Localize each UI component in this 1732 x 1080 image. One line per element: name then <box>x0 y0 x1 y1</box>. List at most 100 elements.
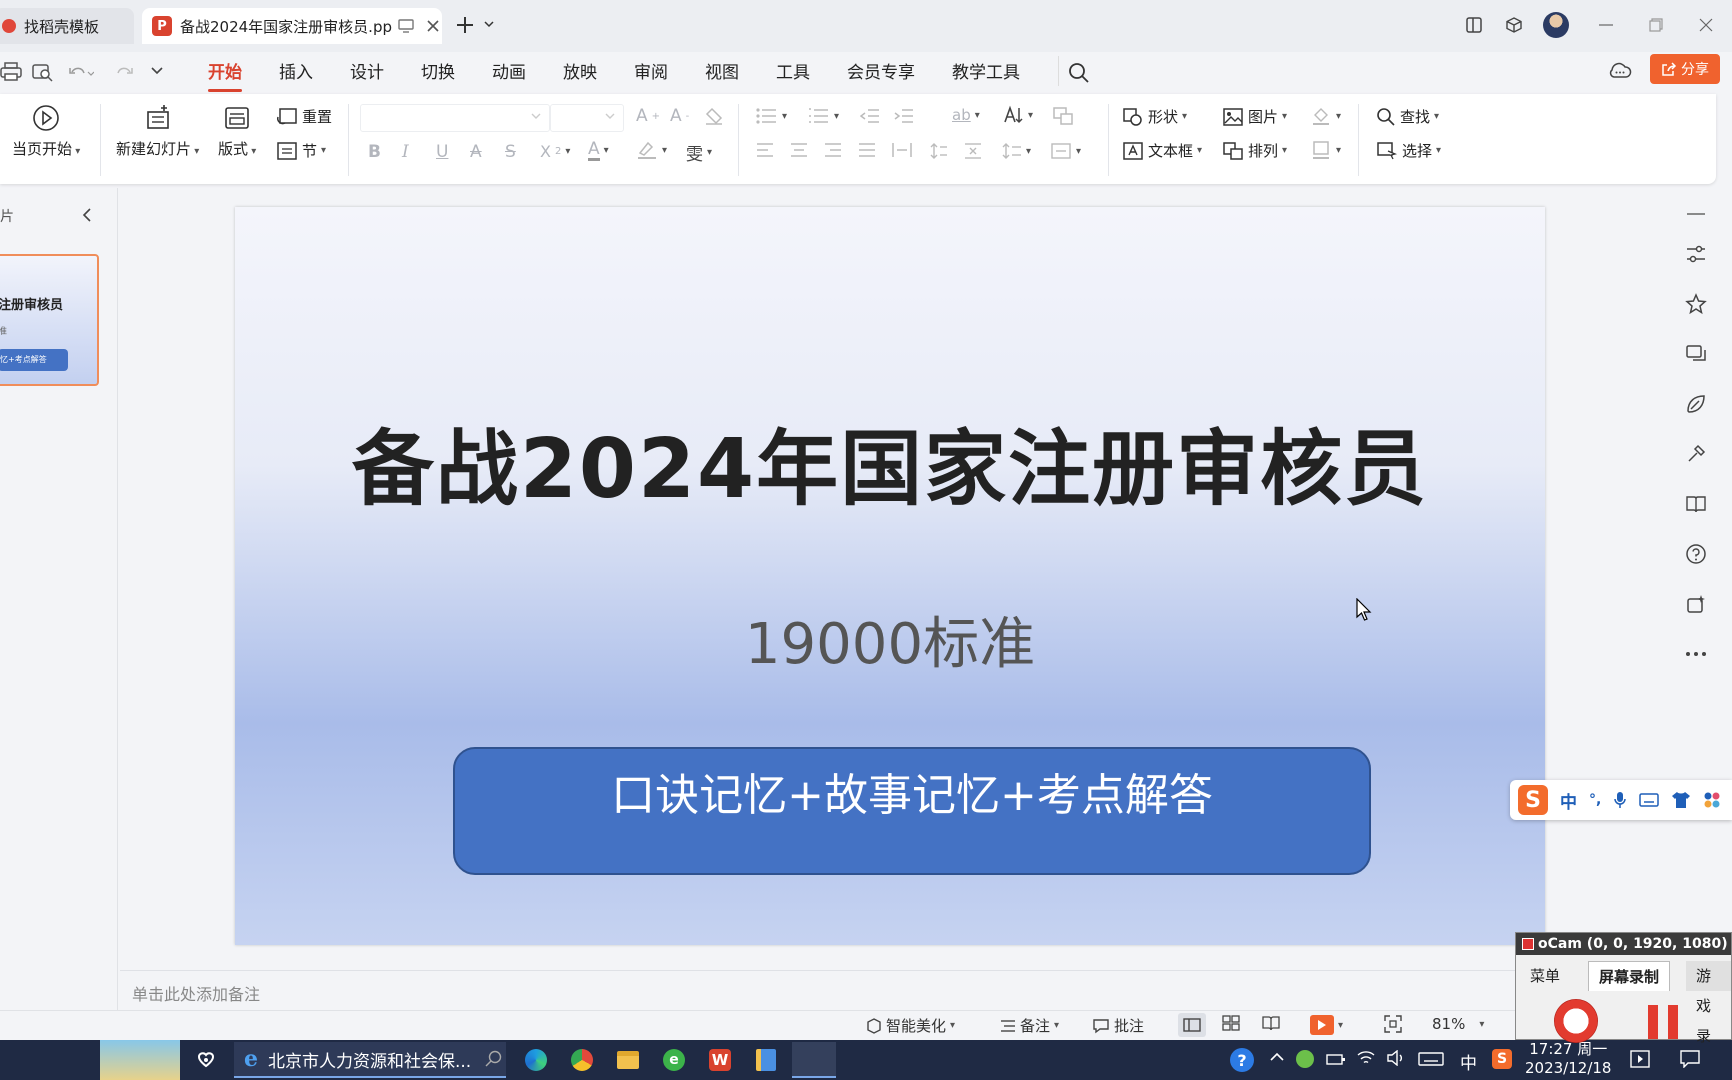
menu-insert[interactable]: 插入 <box>279 58 313 88</box>
system-clock[interactable]: 17:27 周一 2023/12/18 <box>1525 1040 1611 1078</box>
skin-icon[interactable] <box>1671 791 1691 809</box>
menu-slideshow[interactable]: 放映 <box>563 58 597 88</box>
print-preview-icon[interactable] <box>32 62 54 82</box>
clear-format-icon[interactable] <box>704 106 724 126</box>
wps-icon[interactable]: W <box>702 1044 738 1076</box>
search-icon[interactable] <box>1068 62 1090 84</box>
notes-toggle-button[interactable]: 备注 ▾ <box>1000 1015 1059 1036</box>
play-from-current-button[interactable]: 当页开始 ▾ <box>12 104 80 159</box>
convert-icon[interactable] <box>1052 106 1074 126</box>
align-center-icon[interactable] <box>790 142 808 158</box>
numbered-list-icon[interactable]: ▾ <box>808 108 839 124</box>
volume-icon[interactable] <box>1386 1050 1406 1066</box>
zoom-level[interactable]: 81% ▾ <box>1432 1015 1484 1033</box>
cube-icon[interactable] <box>1498 10 1530 40</box>
textbox-button[interactable]: 文本框 ▾ <box>1122 140 1202 161</box>
ocam-tab-screen-record[interactable]: 屏幕录制 <box>1588 961 1671 991</box>
magic-icon[interactable] <box>1680 588 1712 620</box>
tray-expand-icon[interactable] <box>1270 1052 1284 1062</box>
beautify-button[interactable]: 智能美化 ▾ <box>866 1015 955 1036</box>
find-button[interactable]: 查找 ▾ <box>1376 106 1439 127</box>
fill-color-icon[interactable]: ▾ <box>1310 106 1341 126</box>
fit-window-icon[interactable] <box>1384 1015 1402 1033</box>
strikethrough-icon[interactable]: A <box>470 142 482 162</box>
text-direction-icon[interactable]: ab ▾ <box>952 106 980 124</box>
menu-review[interactable]: 审阅 <box>634 58 668 88</box>
menu-view[interactable]: 视图 <box>705 58 739 88</box>
menu-tools[interactable]: 工具 <box>776 58 810 88</box>
menu-teaching-tools[interactable]: 教学工具 <box>952 58 1020 88</box>
notification-icon[interactable] <box>1680 1050 1700 1068</box>
slide-thumbnail-1[interactable]: 注册审核员 准 忆+考点解答 <box>0 254 99 386</box>
decrease-indent-icon[interactable] <box>860 108 880 124</box>
book-icon[interactable] <box>1680 488 1712 520</box>
increase-indent-icon[interactable] <box>894 108 914 124</box>
shadow-text-icon[interactable]: S <box>505 142 516 162</box>
active-app-slot[interactable] <box>792 1042 836 1078</box>
close-window-icon[interactable] <box>1690 10 1722 40</box>
record-stop-icon[interactable] <box>1554 999 1598 1043</box>
menu-design[interactable]: 设计 <box>350 58 384 88</box>
column-spacing-icon[interactable]: ▾ <box>1002 142 1031 160</box>
edge-icon[interactable] <box>518 1044 554 1076</box>
touch-keyboard-icon[interactable] <box>1418 1052 1444 1066</box>
play-slideshow-button[interactable]: ▾ <box>1310 1015 1343 1035</box>
bullet-list-icon[interactable]: ▾ <box>756 108 787 124</box>
text-align-box-icon[interactable]: ▾ <box>1050 142 1081 160</box>
notes-app-icon[interactable] <box>748 1044 784 1076</box>
superscript-icon[interactable]: X 2 ▾ <box>540 142 570 161</box>
apps-grid-icon[interactable] <box>1703 791 1721 809</box>
line-spacing-icon[interactable] <box>930 142 948 160</box>
arrange-button[interactable]: 排列 ▾ <box>1222 140 1287 161</box>
taskbar-browser-window[interactable]: e 北京市人力资源和社会保... <box>234 1042 506 1078</box>
select-button[interactable]: 选择 ▾ <box>1376 140 1441 161</box>
ime-punct-label[interactable]: °, <box>1589 792 1601 808</box>
tools-icon[interactable] <box>1680 438 1712 470</box>
minimize-icon[interactable] <box>1590 10 1622 40</box>
layout-button[interactable]: 版式 ▾ <box>218 104 256 159</box>
360-browser-icon[interactable]: e <box>656 1044 692 1076</box>
star-icon[interactable] <box>1680 288 1712 320</box>
redo-icon[interactable] <box>116 64 136 82</box>
tab-document[interactable]: P 备战2024年国家注册审核员.pptx <box>142 8 442 44</box>
help-tray-icon[interactable]: ? <box>1230 1048 1254 1072</box>
undo-icon[interactable] <box>68 64 94 82</box>
quick-access-chevron-icon[interactable] <box>150 66 164 76</box>
slide-sorter-icon[interactable] <box>1222 1015 1240 1031</box>
share-button[interactable]: 分享 <box>1650 54 1720 84</box>
increase-font-icon[interactable]: A + <box>636 106 660 126</box>
slide[interactable]: 备战2024年国家注册审核员 19000标准 口诀记忆+故事记忆+考点解答 <box>235 207 1545 945</box>
battery-icon[interactable] <box>1326 1052 1346 1066</box>
decrease-font-icon[interactable]: A- <box>670 106 689 126</box>
font-family-select[interactable] <box>360 104 550 132</box>
text-sort-icon[interactable]: ▾ <box>1002 104 1033 126</box>
italic-icon[interactable]: I <box>402 142 409 162</box>
print-icon[interactable] <box>0 62 22 82</box>
collapse-panel-icon[interactable] <box>82 208 92 222</box>
menu-home[interactable]: 开始 <box>208 58 242 92</box>
bold-icon[interactable]: B <box>368 142 381 162</box>
restore-icon[interactable] <box>1640 10 1672 40</box>
normal-view-icon[interactable] <box>1178 1013 1206 1037</box>
slide-subtitle[interactable]: 19000标准 <box>235 599 1545 680</box>
help-icon[interactable] <box>1680 538 1712 570</box>
chrome-icon[interactable] <box>564 1044 600 1076</box>
cloud-icon[interactable] <box>1608 62 1632 80</box>
ocam-recorder-window[interactable]: oCam (0, 0, 1920, 1080) 菜单 屏幕录制 游戏录 <box>1515 932 1732 1045</box>
slide-title[interactable]: 备战2024年国家注册审核员 <box>235 402 1545 521</box>
notes-pane[interactable]: 单击此处添加备注 <box>120 970 1660 1010</box>
layout-icon[interactable] <box>1458 10 1490 40</box>
phonetic-guide-icon[interactable]: 雯 ▾ <box>686 140 712 165</box>
wifi-icon[interactable] <box>1356 1050 1376 1066</box>
menu-animations[interactable]: 动画 <box>492 58 526 88</box>
ai-draw-icon[interactable] <box>1680 388 1712 420</box>
highlight-icon[interactable]: ▾ <box>636 140 667 160</box>
tab-list-chevron-icon[interactable] <box>484 20 494 28</box>
justify-icon[interactable] <box>858 142 876 158</box>
media-play-icon[interactable] <box>1630 1050 1650 1068</box>
slide-callout-box[interactable]: 口诀记忆+故事记忆+考点解答 <box>453 747 1371 875</box>
pause-icon[interactable] <box>1646 1003 1682 1041</box>
picture-button[interactable]: 图片 ▾ <box>1222 106 1287 127</box>
close-tab-icon[interactable] <box>426 19 440 33</box>
file-explorer-icon[interactable] <box>610 1044 646 1076</box>
